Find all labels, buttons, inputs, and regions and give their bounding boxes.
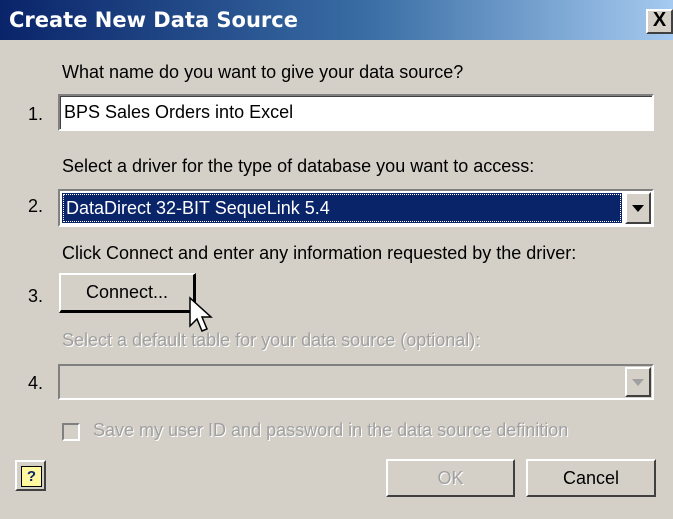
close-button[interactable]: X bbox=[646, 9, 673, 34]
connect-button-label: Connect... bbox=[85, 282, 169, 302]
mouse-pointer-icon bbox=[189, 296, 213, 332]
default-table-dropdown-button[interactable] bbox=[625, 367, 651, 397]
help-button[interactable]: ? bbox=[15, 460, 46, 491]
driver-dropdown-button[interactable] bbox=[625, 192, 651, 224]
ok-button-label: OK bbox=[437, 468, 464, 488]
save-credentials-label: Save my user ID and password in the data… bbox=[93, 420, 569, 440]
create-data-source-dialog: Create New Data Source X What name do yo… bbox=[0, 0, 673, 519]
help-icon: ? bbox=[21, 466, 42, 487]
title-bar[interactable]: Create New Data Source X bbox=[0, 0, 673, 40]
window-title: Create New Data Source bbox=[9, 8, 298, 32]
step1-prompt: What name do you want to give your data … bbox=[62, 62, 464, 82]
chevron-down-icon bbox=[632, 205, 644, 212]
data-source-name-value: BPS Sales Orders into Excel bbox=[64, 102, 294, 122]
step1-number: 1. bbox=[28, 104, 44, 124]
step4-prompt: Select a default table for your data sou… bbox=[62, 330, 481, 350]
close-icon: X bbox=[652, 9, 667, 31]
driver-select-value: DataDirect 32-BIT SequeLink 5.4 bbox=[62, 193, 622, 223]
driver-select[interactable]: DataDirect 32-BIT SequeLink 5.4 bbox=[58, 189, 654, 227]
default-table-select[interactable] bbox=[58, 364, 654, 400]
cancel-button[interactable]: Cancel bbox=[526, 459, 656, 497]
chevron-down-icon bbox=[632, 379, 644, 386]
data-source-name-input[interactable]: BPS Sales Orders into Excel bbox=[58, 94, 654, 131]
step3-prompt: Click Connect and enter any information … bbox=[62, 243, 577, 263]
ok-button[interactable]: OK bbox=[386, 459, 515, 497]
connect-button[interactable]: Connect... bbox=[59, 273, 196, 313]
save-credentials-checkbox[interactable] bbox=[62, 423, 80, 441]
step3-number: 3. bbox=[28, 286, 44, 306]
cancel-button-label: Cancel bbox=[562, 468, 620, 488]
step4-number: 4. bbox=[28, 373, 44, 393]
step2-number: 2. bbox=[28, 196, 44, 216]
step2-prompt: Select a driver for the type of database… bbox=[62, 156, 535, 176]
